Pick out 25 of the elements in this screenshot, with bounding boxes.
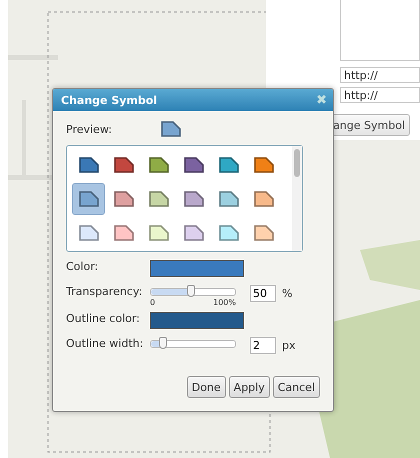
- color-swatch[interactable]: [150, 260, 244, 277]
- dialog-button[interactable]: Cancel: [272, 376, 320, 398]
- color-swatch[interactable]: [150, 312, 244, 329]
- slider[interactable]: [150, 340, 236, 348]
- unit-label: %: [282, 287, 292, 300]
- field-label: Outline color:: [66, 312, 141, 325]
- slider[interactable]: [150, 288, 236, 296]
- dialog-title: Change Symbol: [61, 94, 158, 106]
- number-input[interactable]: 50: [250, 285, 276, 302]
- slider-handle[interactable]: [158, 337, 167, 349]
- dialog-button[interactable]: Apply: [228, 376, 270, 398]
- scrollbar[interactable]: [292, 146, 302, 251]
- slider-handle[interactable]: [187, 285, 196, 297]
- slider-min-label: 0: [150, 298, 156, 307]
- field-label: Transparency:: [66, 285, 144, 298]
- dialog-button[interactable]: Done: [186, 376, 226, 398]
- preview-label: Preview:: [66, 122, 112, 136]
- description-field[interactable]: [340, 0, 420, 61]
- field-label: Outline width:: [66, 337, 144, 350]
- slider-max-label: 100%: [213, 298, 236, 307]
- link-field[interactable]: http://: [340, 67, 420, 83]
- field-label: Color:: [66, 260, 100, 273]
- number-input[interactable]: 2: [250, 337, 276, 354]
- unit-label: px: [282, 339, 296, 352]
- link-field[interactable]: http://: [340, 87, 420, 103]
